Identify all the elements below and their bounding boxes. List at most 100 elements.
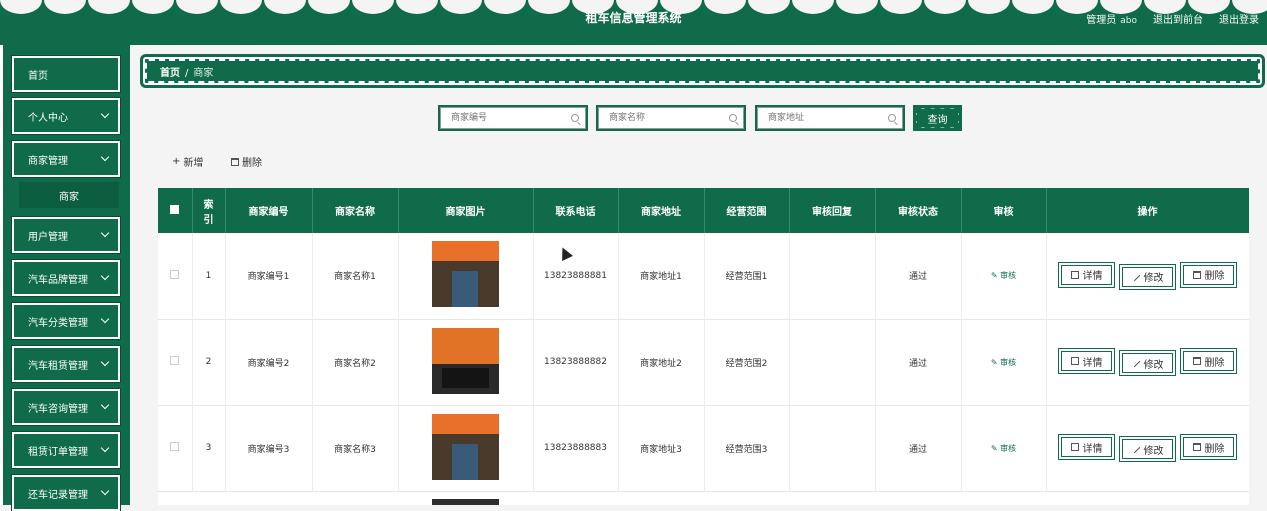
- merchant-image[interactable]: [432, 241, 499, 308]
- header-code: 商家编号: [225, 188, 313, 233]
- sidebar-item-car-rental[interactable]: 汽车租赁管理: [11, 345, 121, 383]
- cell-status: 通过: [875, 319, 962, 405]
- merchant-name-search: [596, 105, 746, 131]
- row-select: [158, 405, 193, 491]
- sidebar-item-car-consult[interactable]: 汽车咨询管理: [11, 388, 121, 426]
- edit-button[interactable]: 修改: [1119, 436, 1176, 462]
- edit-label: 修改: [1143, 445, 1164, 457]
- sidebar-item-label: 首页: [28, 70, 48, 82]
- sidebar-item-return-records[interactable]: 还车记录管理: [11, 474, 121, 511]
- cell-address: 商家地址2: [618, 319, 705, 405]
- pen-icon: [1131, 358, 1140, 368]
- table-row: 2 商家编号2 商家名称2 13823888882 商家地址2 经营范围2 通过…: [158, 319, 1249, 405]
- cell-scope: 经营范围2: [704, 319, 790, 405]
- row-checkbox[interactable]: [170, 442, 180, 451]
- top-bar: 租车信息管理系统 管理员 abo 退出到前台 退出登录: [0, 0, 1267, 45]
- delete-label: 删除: [1204, 271, 1225, 283]
- edit-button[interactable]: 修改: [1119, 263, 1176, 290]
- delete-button[interactable]: 删除: [1180, 348, 1237, 374]
- delete-button[interactable]: 删除: [1180, 261, 1237, 288]
- document-icon: [1070, 443, 1079, 451]
- table-row: 1 商家编号1 商家名称1 13823888881 商家地址1 经营范围1 通过…: [158, 233, 1249, 319]
- chevron-down-icon: [100, 109, 110, 119]
- cell-index: 1: [192, 233, 226, 319]
- sidebar-item-rental-orders[interactable]: 租赁订单管理: [11, 431, 121, 469]
- search-icon: [571, 114, 579, 122]
- merchant-image: [432, 499, 499, 505]
- cell-operations: 详情 修改 删除: [1046, 319, 1249, 405]
- cell-reply: [789, 233, 876, 319]
- cell-reply: [789, 319, 876, 405]
- breadcrumb-separator: /: [185, 68, 189, 79]
- sidebar-item-car-brand[interactable]: 汽车品牌管理: [11, 259, 121, 297]
- select-all-checkbox[interactable]: [170, 204, 180, 214]
- detail-button[interactable]: 详情: [1058, 261, 1115, 288]
- delete-label: 删除: [1204, 357, 1225, 369]
- add-button[interactable]: + 新增: [172, 154, 203, 169]
- cell-operations: 详情 修改 删除: [1046, 233, 1249, 319]
- batch-delete-button[interactable]: 删除: [231, 154, 262, 169]
- cell-audit: ✎ 审核: [961, 319, 1047, 405]
- row-select: [158, 233, 193, 319]
- detail-button[interactable]: 详情: [1058, 348, 1115, 374]
- merchant-image[interactable]: [432, 413, 499, 480]
- table-header-row: 索引 商家编号 商家名称 商家图片 联系电话 商家地址 经营范围 审核回复 审核…: [158, 188, 1249, 233]
- trash-icon: [1192, 270, 1201, 279]
- cell-scope: 经营范围1: [704, 233, 790, 319]
- audit-link[interactable]: ✎ 审核: [991, 358, 1016, 367]
- merchant-image[interactable]: [432, 327, 499, 394]
- pen-icon: [1131, 444, 1140, 454]
- row-checkbox[interactable]: [170, 269, 180, 279]
- breadcrumb: 首页 / 商家: [140, 54, 1265, 88]
- delete-button[interactable]: 删除: [1180, 434, 1237, 460]
- pen-icon: ✎: [990, 443, 998, 453]
- query-button[interactable]: 查询: [913, 105, 962, 131]
- breadcrumb-trail: 首页 / 商家: [160, 64, 213, 79]
- merchant-address-input[interactable]: [757, 107, 903, 129]
- detail-button[interactable]: 详情: [1058, 434, 1115, 460]
- sidebar-item-car-category[interactable]: 汽车分类管理: [11, 302, 121, 340]
- sidebar-item-label: 还车记录管理: [28, 489, 88, 501]
- cell-name: 商家名称3: [312, 405, 399, 491]
- document-icon: [1070, 357, 1079, 365]
- audit-label: 审核: [1000, 271, 1017, 281]
- document-icon: [1070, 270, 1079, 279]
- breadcrumb-home[interactable]: 首页: [160, 68, 180, 79]
- edit-button[interactable]: 修改: [1119, 350, 1176, 376]
- merchant-name-input[interactable]: [598, 107, 744, 129]
- pen-icon: ✎: [990, 271, 998, 281]
- cell-code: 商家编号1: [225, 233, 313, 319]
- audit-link[interactable]: ✎ 审核: [991, 271, 1016, 280]
- logout-link[interactable]: 退出登录: [1219, 11, 1259, 26]
- row-checkbox[interactable]: [170, 356, 180, 365]
- trash-icon: [231, 157, 239, 166]
- trash-icon: [1192, 357, 1201, 365]
- cell-phone: 13823888882: [533, 319, 619, 405]
- trash-icon: [1192, 443, 1201, 451]
- cell-index: 3: [192, 405, 226, 491]
- audit-link[interactable]: ✎ 审核: [991, 444, 1016, 453]
- cell-status: 通过: [875, 405, 962, 491]
- back-to-front-link[interactable]: 退出到前台: [1153, 11, 1203, 26]
- detail-label: 详情: [1082, 357, 1103, 369]
- sidebar-item-label: 汽车咨询管理: [28, 403, 88, 415]
- sidebar-item-label: 汽车租赁管理: [28, 360, 88, 372]
- sidebar: 首页 个人中心 商家管理 商家 用户管理 汽车品牌管理 汽车分类管理 汽车租赁管…: [0, 45, 130, 511]
- chevron-down-icon: [100, 443, 110, 453]
- header-index-line2: 引: [203, 214, 214, 226]
- chevron-down-icon: [100, 228, 110, 238]
- sidebar-item-label: 用户管理: [28, 231, 68, 243]
- sidebar-item-merchant[interactable]: 商家管理: [11, 140, 121, 178]
- sidebar-item-users[interactable]: 用户管理: [11, 216, 121, 254]
- merchant-code-search: [438, 105, 588, 131]
- user-role: 管理员: [1086, 15, 1117, 26]
- sidebar-item-profile[interactable]: 个人中心: [11, 97, 121, 135]
- merchant-code-input[interactable]: [440, 107, 586, 129]
- audit-label: 审核: [1000, 357, 1017, 367]
- submenu-item-merchant[interactable]: 商家: [19, 182, 119, 208]
- cell-audit: ✎ 审核: [961, 233, 1047, 319]
- sidebar-item-home[interactable]: 首页: [11, 55, 121, 93]
- breadcrumb-current: 商家: [193, 68, 214, 79]
- header-image: 商家图片: [398, 188, 534, 233]
- cell-phone: 13823888883: [533, 405, 619, 491]
